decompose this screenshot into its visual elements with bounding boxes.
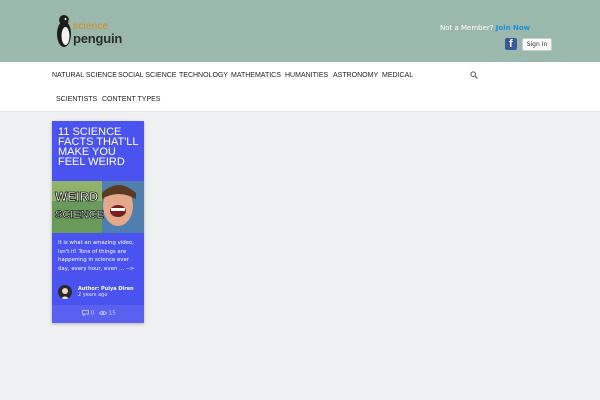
nav-item-mathematics[interactable]: MATHEMATICS xyxy=(231,72,281,79)
post-excerpt: It is what an amazing video, isn't it! T… xyxy=(58,240,135,272)
nav-item-content-types[interactable]: CONTENT TYPES xyxy=(102,96,160,103)
image-text-weird: WEIRD xyxy=(55,189,98,204)
site-logo[interactable]: science penguin xyxy=(56,14,126,50)
join-now-link[interactable]: Join Now xyxy=(496,24,530,32)
nav-item-scientists[interactable]: SCIENTISTS xyxy=(56,96,97,103)
view-count-value: 15 xyxy=(108,310,116,317)
nav-item-social-science[interactable]: SOCIAL SCIENCE xyxy=(118,72,176,79)
post-author-block: Author: Pulya Diren 2 years ago xyxy=(52,281,144,305)
member-prompt: Not a Member? Join Now xyxy=(440,24,530,32)
comment-icon xyxy=(82,310,89,317)
facebook-glyph: f xyxy=(509,38,513,50)
comment-count-value: 0 xyxy=(90,310,95,317)
nav-item-natural-science[interactable]: NATURAL SCIENCE xyxy=(52,72,117,79)
nav-item-astronomy[interactable]: ASTRONOMY xyxy=(333,72,378,79)
eye-icon xyxy=(98,310,108,316)
post-title[interactable]: 11 Science Facts That'll Make You Feel W… xyxy=(58,127,142,168)
nav-item-medical[interactable]: MEDICAL xyxy=(382,72,413,79)
comment-count[interactable]: 0 xyxy=(82,310,94,317)
member-text: Not a Member? xyxy=(440,24,494,32)
post-thumbnail[interactable]: WEIRD SCIENCE xyxy=(52,181,144,233)
post-time: 2 years ago xyxy=(78,292,108,298)
search-icon[interactable] xyxy=(470,71,478,79)
nav-item-humanities[interactable]: HUMANITIES xyxy=(285,72,328,79)
site-header: science penguin Not a Member? Join Now f… xyxy=(0,0,600,62)
penguin-icon xyxy=(57,15,71,47)
avatar[interactable] xyxy=(58,285,72,299)
post-card[interactable]: 11 Science Facts That'll Make You Feel W… xyxy=(52,121,144,323)
image-text-science: SCIENCE xyxy=(55,209,104,221)
nav-item-technology[interactable]: TECHNOLOGY xyxy=(179,72,228,79)
post-stats: 0 15 xyxy=(52,305,144,323)
logo-word-penguin: penguin xyxy=(73,31,123,46)
main-navigation: NATURAL SCIENCE SOCIAL SCIENCE TECHNOLOG… xyxy=(0,62,600,112)
view-count: 15 xyxy=(98,310,116,317)
sign-in-button[interactable]: Sign In xyxy=(522,38,552,51)
facebook-icon[interactable]: f xyxy=(505,38,517,50)
avatar-image xyxy=(60,288,70,299)
